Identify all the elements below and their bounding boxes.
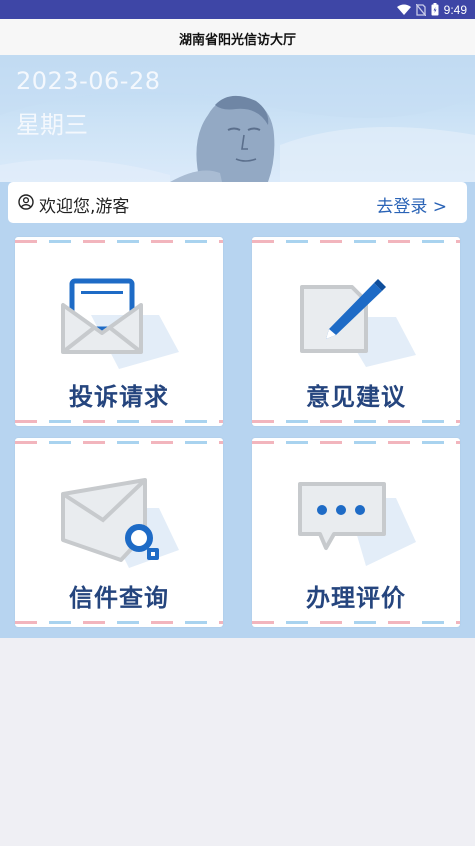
welcome-text: 欢迎您,游客 <box>39 197 130 217</box>
airmail-stripe-top <box>15 441 223 444</box>
title-bar: 湖南省阳光信访大厅 <box>0 19 475 56</box>
card-label: 意见建议 <box>306 383 406 411</box>
airmail-stripe-bottom <box>15 621 223 624</box>
clock: 9:49 <box>443 2 467 17</box>
status-icons: 9:49 <box>396 2 467 17</box>
card-label: 办理评价 <box>306 584 406 612</box>
airmail-stripe-bottom <box>252 621 460 624</box>
card-label: 信件查询 <box>69 584 169 612</box>
envelope-letter-icon <box>61 278 179 369</box>
welcome-bar: 欢迎您,游客 去登录 > <box>8 182 467 223</box>
airmail-stripe-top <box>252 441 460 444</box>
no-sim-icon <box>415 3 426 16</box>
weekday-text: 星期三 <box>16 111 88 139</box>
document-pen-icon <box>300 279 416 367</box>
handling-evaluation-card[interactable]: 办理评价 <box>252 438 460 627</box>
opinion-suggestion-card[interactable]: 意见建议 <box>252 237 460 426</box>
wifi-icon <box>396 4 411 15</box>
statue-bust-image <box>170 95 275 182</box>
airmail-stripe-top <box>15 240 223 243</box>
airmail-stripe-top <box>252 240 460 243</box>
battery-icon <box>431 3 439 16</box>
main-content: 欢迎您,游客 去登录 > 投诉请求 意见建议 信件查询 办理评价 <box>0 182 475 638</box>
airmail-stripe-bottom <box>252 420 460 423</box>
banner: 2023-06-28 星期三 <box>0 55 475 182</box>
login-link[interactable]: 去登录 > <box>376 192 447 217</box>
date-text: 2023-06-28 <box>16 67 161 95</box>
user-icon <box>18 194 34 210</box>
chat-bubble-icon <box>298 482 416 566</box>
letter-query-card[interactable]: 信件查询 <box>15 438 223 627</box>
envelope-search-icon <box>61 478 179 568</box>
page-title: 湖南省阳光信访大厅 <box>178 33 296 48</box>
airmail-stripe-bottom <box>15 420 223 423</box>
complaint-request-card[interactable]: 投诉请求 <box>15 237 223 426</box>
card-label: 投诉请求 <box>69 383 169 411</box>
status-bar: 9:49 <box>0 0 475 19</box>
